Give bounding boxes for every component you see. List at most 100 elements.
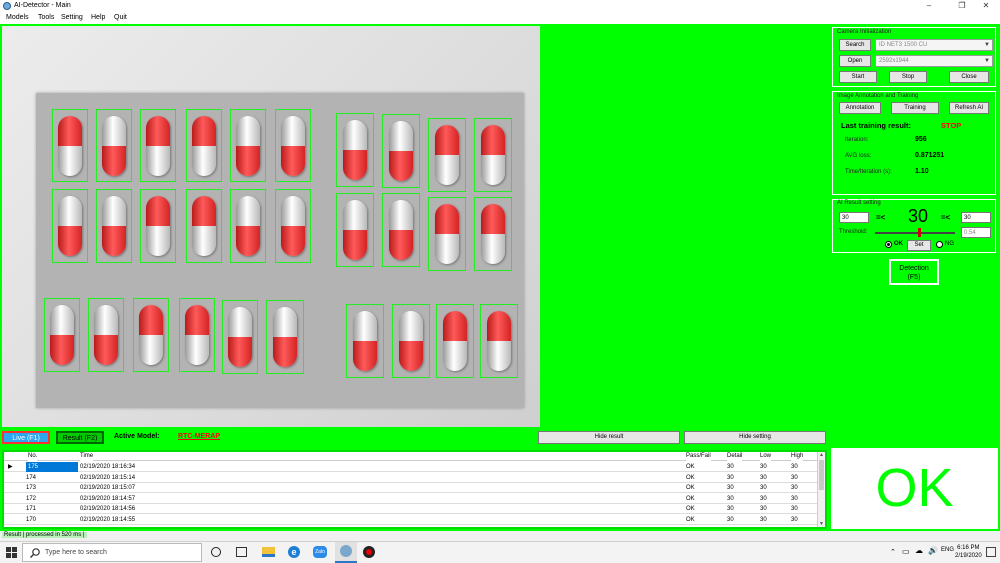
notification-icon[interactable] [986,547,996,557]
taskbar-search[interactable]: Type here to search [22,543,202,562]
app-icon[interactable]: Zalo [313,546,327,558]
tab-result[interactable]: Result (F2) [56,431,104,444]
annotation-button[interactable]: Annotation [839,102,881,114]
ai-detector-taskbar-button[interactable] [335,542,357,563]
search-icon [30,548,40,558]
detection-box [52,109,88,182]
capsule-half [399,341,423,371]
ng-radio[interactable] [936,241,943,248]
detection-box [275,109,311,182]
ok-radio-dot [887,243,890,246]
table-row[interactable]: ▶ 175 02/19/2020 18:16:34 OK 30 30 30 [4,462,817,472]
hide-setting-button[interactable]: Hide setting [684,431,826,444]
volume-icon[interactable]: 🔊 [928,546,938,555]
set-button[interactable]: Set [907,240,931,251]
detection-box [222,300,258,374]
detection-box [186,189,222,263]
tray-chevron-icon[interactable]: ⌃ [890,548,896,556]
last-result-label: Last training result: [841,121,912,130]
close-icon[interactable]: ✕ [972,0,1000,12]
detection-button[interactable]: Detection (F5) [889,259,939,285]
table-row[interactable]: 173 02/19/2020 18:15:07 OK 30 30 30 [4,483,817,493]
ai-detector-icon [340,545,352,557]
search-button[interactable]: Search [839,39,871,51]
training-button[interactable]: Training [891,102,939,114]
capsule-half [435,204,459,234]
menu-tools[interactable]: Tools [38,14,54,21]
open-button[interactable]: Open [839,55,871,67]
table-row[interactable]: 174 02/19/2020 18:15:14 OK 30 30 30 [4,473,817,483]
cell-high: 30 [791,474,798,481]
scroll-up-icon[interactable]: ▲ [818,452,825,458]
detection-box [336,193,374,267]
detection-box [392,304,430,378]
task-view-icon[interactable] [236,547,247,557]
capsule-half [58,145,82,176]
grid-scrollbar[interactable]: ▲ ▼ [817,452,825,527]
cell-low: 30 [760,485,767,491]
keyboard-language-icon[interactable]: ENG [941,547,954,553]
network-icon[interactable]: ☁ [915,546,923,555]
row-selector-icon: ▶ [8,464,13,470]
results-grid[interactable]: No. Time Pass/Fail Detail Low High ▶ 175 0… [2,450,827,529]
edge-icon[interactable]: e [288,546,300,558]
clock[interactable]: 6:16 PM 2/19/2020 [955,544,982,560]
minimize-icon[interactable]: – [915,0,943,12]
iteration-value: 956 [915,136,927,143]
resolution-select[interactable]: 2592x1944 ▼ [875,55,993,67]
threshold-slider-track[interactable] [875,232,955,234]
high-input[interactable]: 30 [961,212,991,223]
capsule [481,204,505,264]
capsule-half [50,305,74,335]
table-row[interactable]: 171 02/19/2020 18:14:56 OK 30 30 30 [4,504,817,514]
cell-pf: OK [686,506,695,512]
capsule-half [146,226,170,256]
capsule-half [185,305,209,335]
file-explorer-icon[interactable] [262,547,275,557]
capsule [435,204,459,264]
capsule-half [487,341,511,371]
menu-models[interactable]: Models [6,14,29,21]
cortana-icon[interactable] [211,547,221,557]
stop-button[interactable]: Stop [889,71,927,83]
detection-box [436,304,474,378]
refresh-ai-button[interactable]: Refresh AI [949,102,989,114]
close-button[interactable]: Close [949,71,989,83]
training-panel: Image Annotation and Training Annotation… [832,91,996,195]
capsule-half [443,341,467,371]
resolution-select-value: 2592x1944 [879,58,909,64]
ai-result-title: AI Result setting [837,200,881,206]
threshold-slider-thumb[interactable] [918,228,922,237]
menu-setting[interactable]: Setting [61,14,83,21]
capsule-half [102,226,126,256]
cell-no: 175 [26,462,78,472]
capsule [146,115,170,176]
capsule [102,196,126,256]
record-icon[interactable] [363,546,375,558]
tab-live[interactable]: Live (F1) [2,431,50,444]
camera-select[interactable]: ID NET3 1500 CU ▼ [875,39,993,51]
menu-help[interactable]: Help [91,14,105,21]
active-model-value[interactable]: RTC-MERAP [178,433,220,440]
chevron-down-icon: ▼ [984,42,990,48]
capsule [487,311,511,371]
table-row[interactable]: 172 02/19/2020 18:14:57 OK 30 30 30 [4,494,817,504]
windows-start-icon[interactable] [6,547,17,558]
capsule-half [192,226,216,256]
hide-result-button[interactable]: Hide result [538,431,680,444]
start-button[interactable]: Start [839,71,877,83]
battery-icon[interactable]: ▭ [902,547,910,556]
menu-quit[interactable]: Quit [114,14,127,21]
capsule-half [399,311,423,341]
capsule-half [139,335,163,365]
low-input[interactable]: 30 [839,212,869,223]
capsule-half [435,155,459,185]
capsule-half [343,230,367,260]
capsule [102,115,126,176]
scroll-thumb[interactable] [819,460,824,490]
scroll-down-icon[interactable]: ▼ [818,521,825,527]
ok-radio[interactable] [885,241,892,248]
detection-box [480,304,518,378]
capsule-half [389,230,413,260]
table-row[interactable]: 170 02/19/2020 18:14:55 OK 30 30 30 [4,515,817,525]
